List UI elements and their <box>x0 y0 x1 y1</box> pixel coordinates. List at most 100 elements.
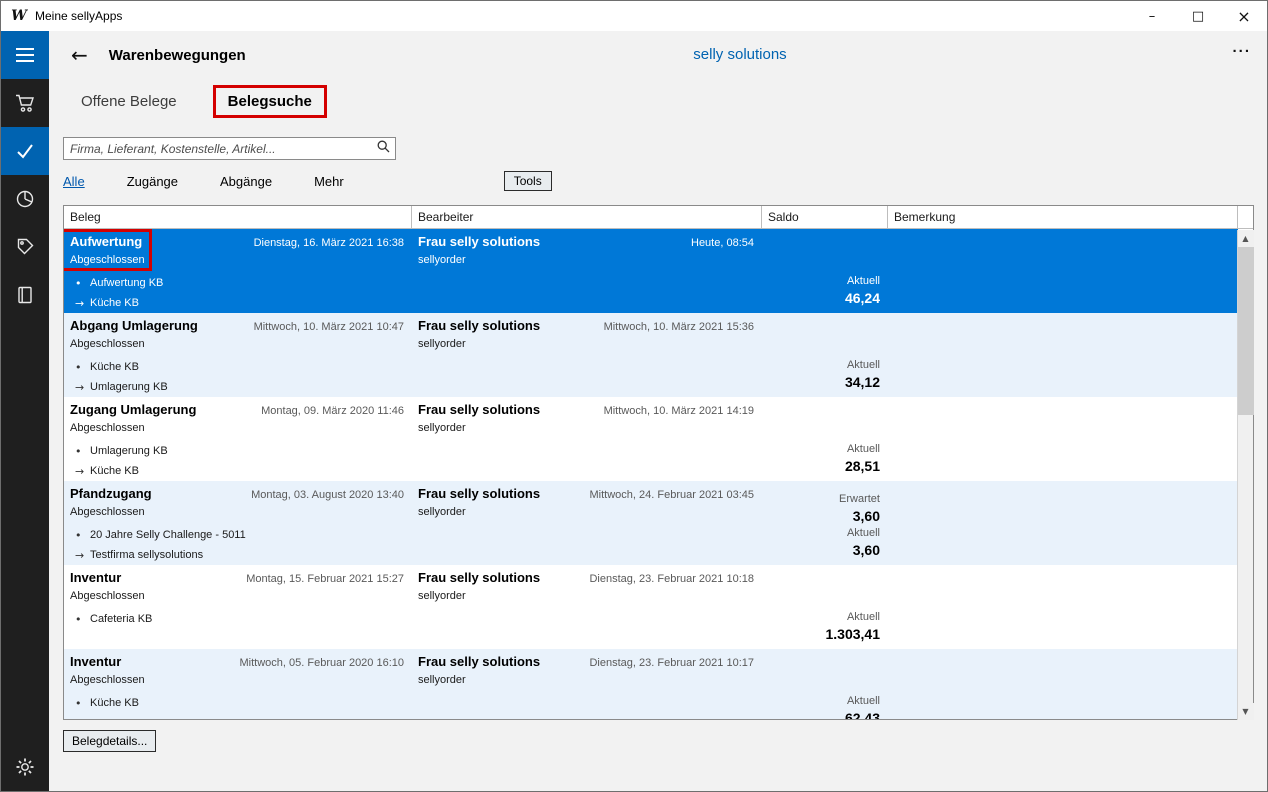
row-title: Zugang Umlagerung <box>70 402 196 417</box>
row-items: •Küche KB→Umlagerung KB <box>70 357 404 397</box>
more-options-button[interactable]: ... <box>1232 39 1251 56</box>
main-content: ← Warenbewegungen selly solutions ... Of… <box>49 31 1267 791</box>
table-row[interactable]: Aufwertung Dienstag, 16. März 2021 16:38… <box>64 229 1238 313</box>
saldo-label: Erwartet <box>839 493 880 505</box>
row-status: Abgeschlossen <box>70 254 404 266</box>
minimize-button[interactable]: – <box>1129 1 1175 31</box>
row-title: Inventur <box>70 654 121 669</box>
filter-alle[interactable]: Alle <box>63 174 85 189</box>
row-date: Dienstag, 16. März 2021 16:38 <box>254 237 404 249</box>
saldo-value: 1.303,41 <box>826 626 881 642</box>
book-icon <box>15 285 35 305</box>
app-logo-icon: W <box>10 8 28 24</box>
scrollbar-thumb[interactable] <box>1238 247 1254 415</box>
scroll-down-icon[interactable]: ▼ <box>1238 703 1254 720</box>
bearbeiter-cell: Frau selly solutions Mittwoch, 10. März … <box>412 313 762 397</box>
table-row[interactable]: Zugang Umlagerung Montag, 09. März 2020 … <box>64 397 1238 481</box>
search-box <box>63 137 396 160</box>
table-row[interactable]: Pfandzugang Montag, 03. August 2020 13:4… <box>64 481 1238 565</box>
table-row[interactable]: Abgang Umlagerung Mittwoch, 10. März 202… <box>64 313 1238 397</box>
movement-line: •Aufwertung KB <box>75 273 404 293</box>
belegdetails-button[interactable]: Belegdetails... <box>63 730 156 752</box>
movement-label: Cafeteria KB <box>90 613 152 625</box>
row-title: Inventur <box>70 570 121 585</box>
tab-offene-belege[interactable]: Offene Belege <box>79 87 179 116</box>
sidebar-item-reports[interactable] <box>1 175 49 223</box>
filter-mehr[interactable]: Mehr <box>314 174 344 189</box>
movement-line: •20 Jahre Selly Challenge - 5011 <box>75 525 404 545</box>
saldo-label: Aktuell <box>845 275 880 287</box>
saldo-entry: Aktuell3,60 <box>847 527 880 558</box>
bemerkung-cell <box>888 565 1238 649</box>
editor-account: sellyorder <box>418 590 754 602</box>
header-scrollbar-gap <box>1238 206 1253 228</box>
editor-name: Frau selly solutions <box>418 654 540 669</box>
editor-account: sellyorder <box>418 254 754 266</box>
row-date: Mittwoch, 10. März 2021 10:47 <box>254 321 404 333</box>
row-items: •Cafeteria KB <box>70 609 404 629</box>
table-row[interactable]: Inventur Montag, 15. Februar 2021 15:27 … <box>64 565 1238 649</box>
scroll-up-icon[interactable]: ▲ <box>1238 230 1254 247</box>
saldo-entry: Erwartet3,60 <box>839 493 880 524</box>
search-input[interactable] <box>70 142 373 156</box>
saldo-label: Aktuell <box>845 359 880 371</box>
sidebar-item-movements[interactable] <box>1 127 49 175</box>
arrow-marker-icon: → <box>75 381 90 394</box>
bemerkung-cell <box>888 397 1238 481</box>
sidebar-item-journal[interactable] <box>1 271 49 319</box>
editor-date: Mittwoch, 10. März 2021 15:36 <box>604 321 754 333</box>
bemerkung-cell <box>888 481 1238 565</box>
beleg-cell: Inventur Mittwoch, 05. Februar 2020 16:1… <box>64 649 412 719</box>
column-header-bemerkung[interactable]: Bemerkung <box>888 206 1238 228</box>
filter-bar: Alle Zugänge Abgänge Mehr Tools <box>63 170 1254 192</box>
arrow-marker-icon: → <box>75 297 90 310</box>
editor-date: Dienstag, 23. Februar 2021 10:17 <box>589 657 754 669</box>
saldo-cell: Aktuell46,24 <box>762 229 888 313</box>
maximize-button[interactable]: □ <box>1175 1 1221 31</box>
column-header-bearbeiter[interactable]: Bearbeiter <box>412 206 762 228</box>
editor-name: Frau selly solutions <box>418 234 540 249</box>
window-title: Meine sellyApps <box>35 9 122 23</box>
editor-account: sellyorder <box>418 338 754 350</box>
editor-date: Heute, 08:54 <box>691 237 754 249</box>
checkmark-icon <box>15 141 35 161</box>
saldo-label: Aktuell <box>847 527 880 539</box>
saldo-entry: Aktuell62,43 <box>845 695 880 719</box>
column-header-beleg[interactable]: Beleg <box>64 206 412 228</box>
row-items: •Aufwertung KB→Küche KB <box>70 273 404 313</box>
back-button[interactable]: ← <box>71 45 88 65</box>
pie-chart-icon <box>15 189 35 209</box>
bearbeiter-cell: Frau selly solutions Mittwoch, 24. Febru… <box>412 481 762 565</box>
editor-name: Frau selly solutions <box>418 486 540 501</box>
sidebar-item-articles[interactable] <box>1 223 49 271</box>
row-title: Aufwertung <box>70 234 142 249</box>
beleg-cell: Abgang Umlagerung Mittwoch, 10. März 202… <box>64 313 412 397</box>
row-items: •20 Jahre Selly Challenge - 5011→Testfir… <box>70 525 404 565</box>
tab-belegsuche[interactable]: Belegsuche <box>213 85 327 118</box>
beleg-cell: Aufwertung Dienstag, 16. März 2021 16:38… <box>64 229 412 313</box>
saldo-entry: Aktuell46,24 <box>845 275 880 306</box>
search-icon[interactable] <box>377 140 390 158</box>
editor-account: sellyorder <box>418 674 754 686</box>
table-row[interactable]: Inventur Mittwoch, 05. Februar 2020 16:1… <box>64 649 1238 719</box>
sidebar-item-orders[interactable] <box>1 79 49 127</box>
column-header-saldo[interactable]: Saldo <box>762 206 888 228</box>
tools-button[interactable]: Tools <box>504 171 552 191</box>
sidebar <box>1 31 49 791</box>
filter-zugaenge[interactable]: Zugänge <box>127 174 178 189</box>
movement-line: •Küche KB <box>75 693 404 713</box>
row-date: Mittwoch, 05. Februar 2020 16:10 <box>240 657 404 669</box>
editor-account: sellyorder <box>418 506 754 518</box>
row-date: Montag, 03. August 2020 13:40 <box>251 489 404 501</box>
bullet-marker-icon: • <box>75 529 90 542</box>
table-header: Beleg Bearbeiter Saldo Bemerkung <box>64 206 1253 229</box>
hamburger-menu-button[interactable] <box>1 31 49 79</box>
app-window: W Meine sellyApps – □ × <box>0 0 1268 792</box>
settings-button[interactable] <box>1 743 49 791</box>
bemerkung-cell <box>888 229 1238 313</box>
beleg-cell: Pfandzugang Montag, 03. August 2020 13:4… <box>64 481 412 565</box>
close-button[interactable]: × <box>1221 1 1267 31</box>
vertical-scrollbar[interactable]: ▲ ▼ <box>1237 230 1253 720</box>
saldo-label: Aktuell <box>826 611 881 623</box>
filter-abgaenge[interactable]: Abgänge <box>220 174 272 189</box>
